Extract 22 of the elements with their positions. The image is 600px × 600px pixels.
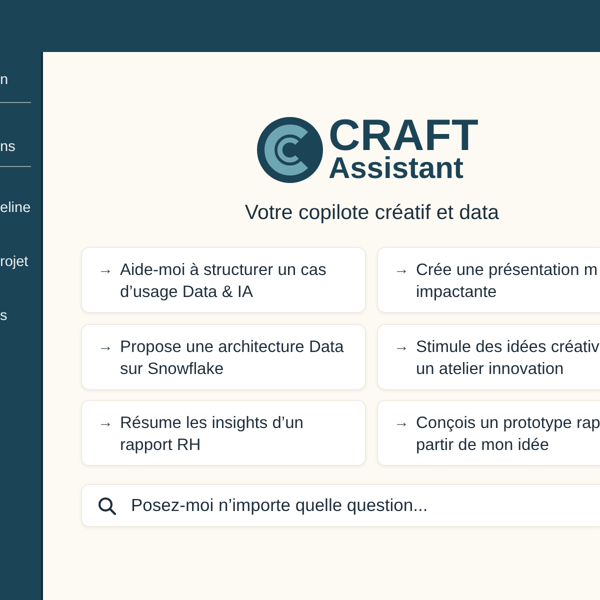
sidebar-item[interactable]: eline xyxy=(0,198,31,218)
arrow-icon: → xyxy=(98,412,113,434)
prompt-card[interactable]: → Stimule des idées créativ un atelier innovation xyxy=(377,324,600,390)
prompt-card[interactable]: → Crée une présentation m impactante xyxy=(377,247,600,313)
arrow-icon: → xyxy=(394,259,409,281)
arrow-icon: → xyxy=(394,336,409,358)
product-name: Assistant xyxy=(328,155,464,183)
sidebar-item[interactable]: rojet xyxy=(0,252,28,272)
arrow-icon: → xyxy=(98,336,113,358)
tagline: Votre copilote créatif et data xyxy=(244,201,500,225)
search-icon xyxy=(98,496,116,514)
sidebar-item[interactable]: s xyxy=(0,306,8,326)
prompt-card[interactable]: → Aide-moi à structurer un cas d’usage Data & IA xyxy=(81,247,366,313)
sidebar-item[interactable]: ns xyxy=(0,137,16,157)
prompt-card[interactable]: → Conçois un prototype rap partir de mon idée xyxy=(377,400,600,466)
arrow-icon: → xyxy=(98,259,113,281)
prompt-card[interactable]: → Propose une architecture Data sur Snowflake xyxy=(81,324,366,390)
brand-name: CRAFT xyxy=(328,117,479,155)
logo-icon xyxy=(257,117,324,183)
prompt-card[interactable]: → Résume les insights d’un rapport RH xyxy=(81,400,366,466)
sidebar-item[interactable]: n xyxy=(0,70,8,90)
arrow-icon: → xyxy=(394,412,409,434)
